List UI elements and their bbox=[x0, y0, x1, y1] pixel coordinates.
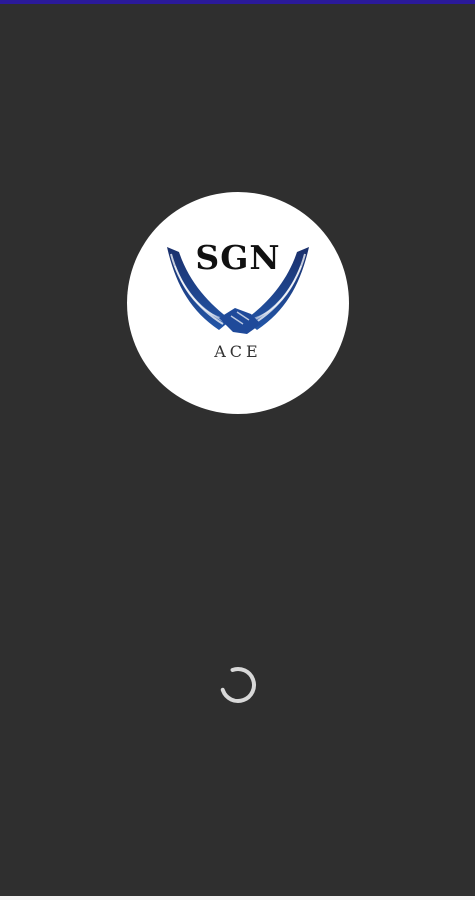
app-logo: SGN ACE bbox=[127, 192, 349, 414]
splash-screen: SGN ACE bbox=[0, 0, 475, 900]
winged-handshake-icon bbox=[167, 247, 309, 334]
brand-name: SGN bbox=[195, 238, 281, 277]
brand-subtitle: ACE bbox=[214, 342, 262, 361]
bottom-navigation-strip bbox=[0, 896, 475, 900]
loading-spinner-icon bbox=[220, 667, 256, 703]
handshake bbox=[219, 308, 261, 334]
status-strip bbox=[0, 0, 475, 4]
